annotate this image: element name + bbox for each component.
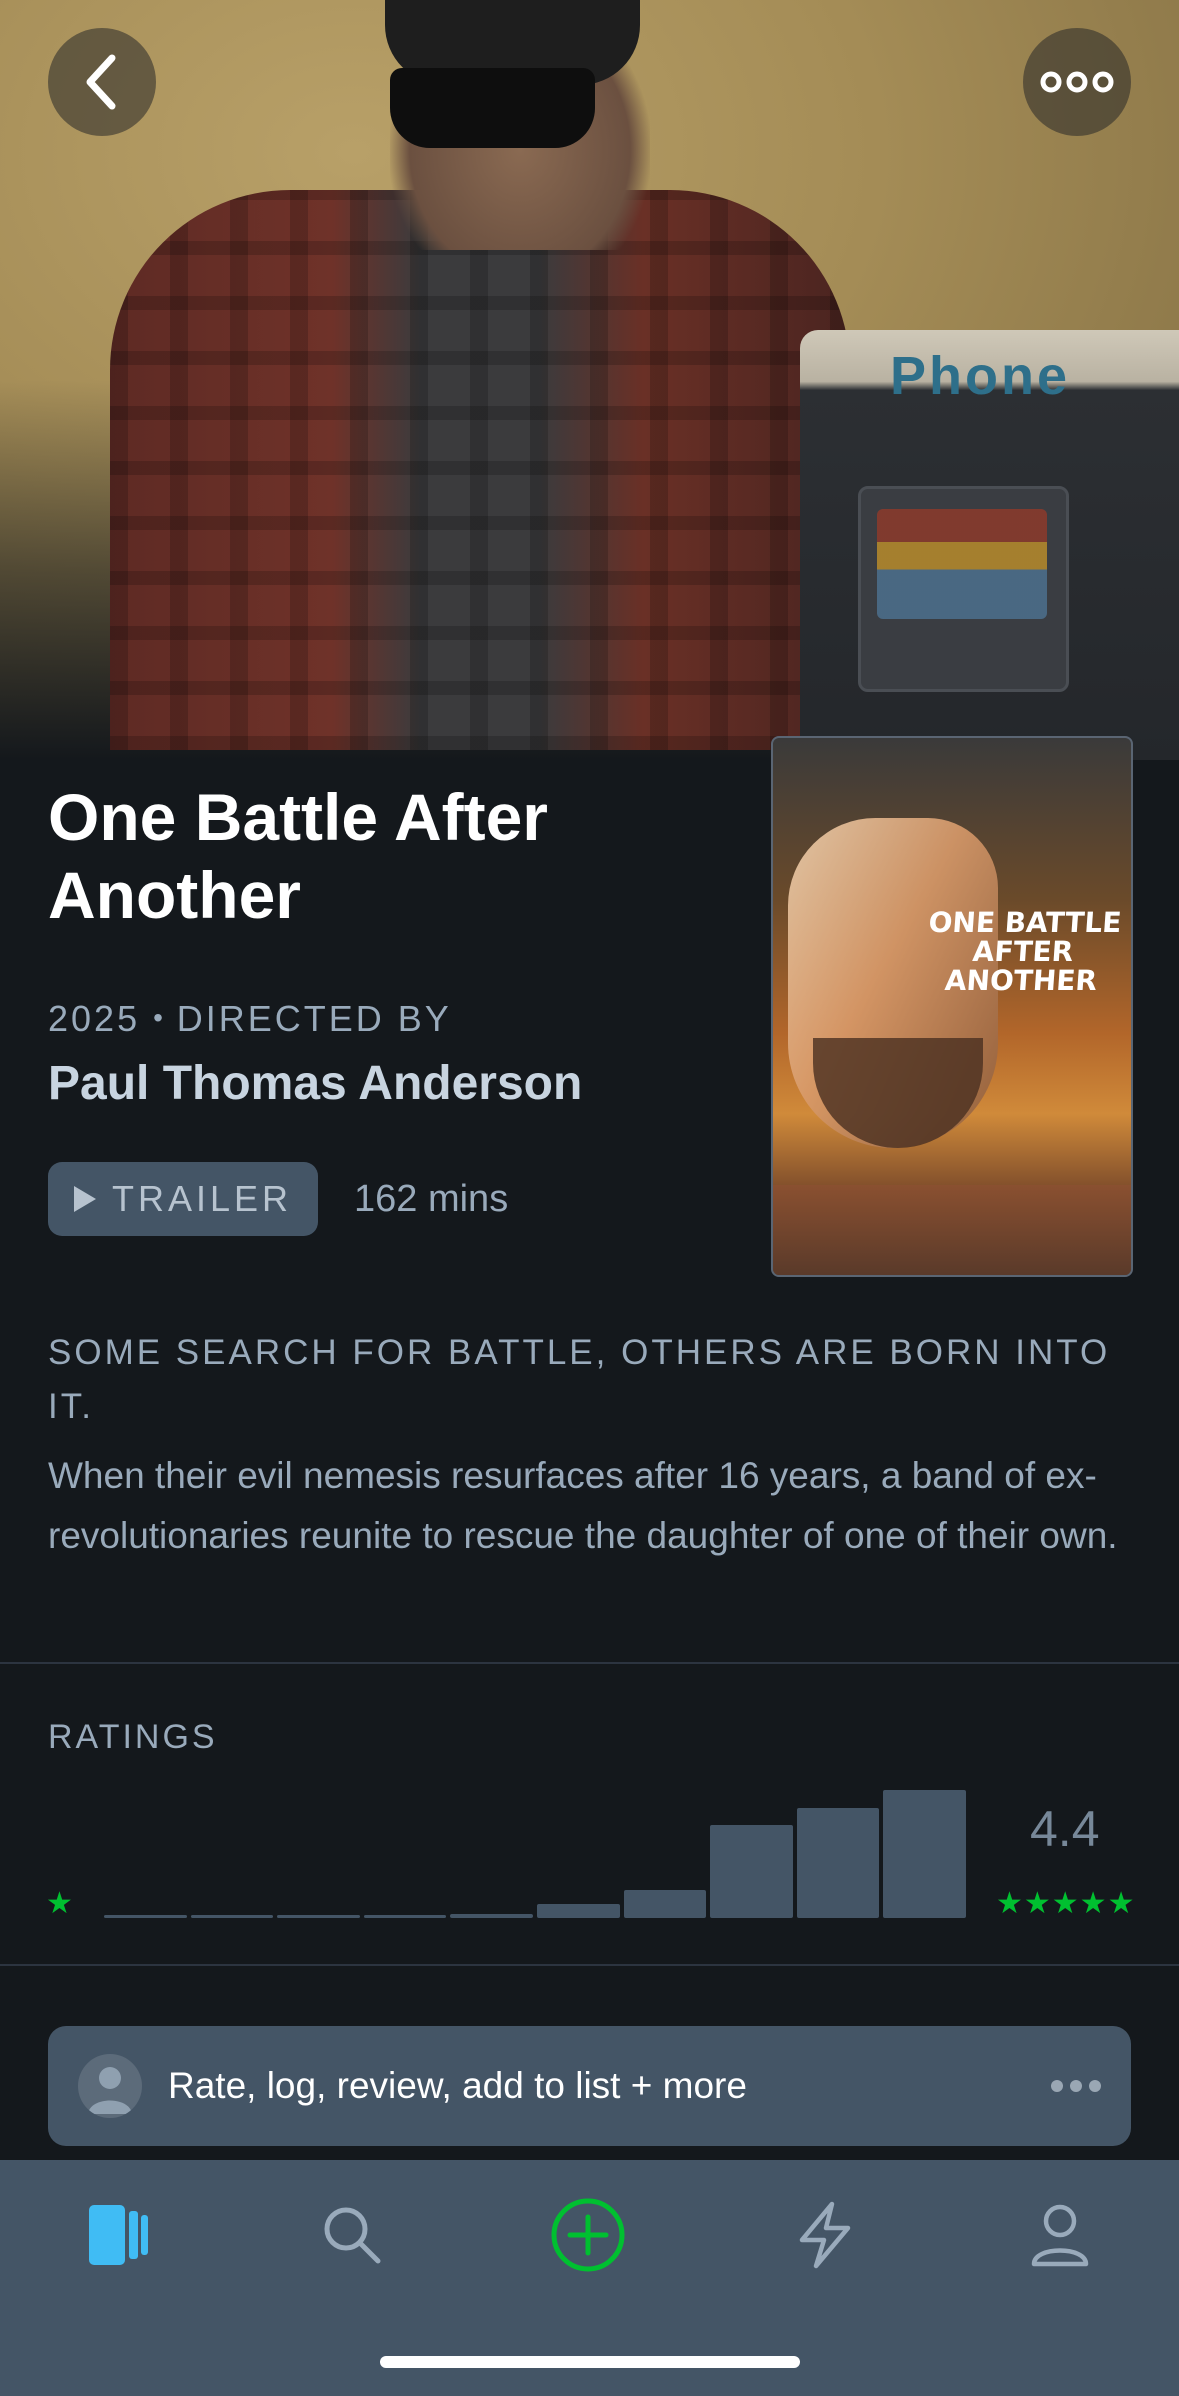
poster-title: ONE BATTLE AFTER ANOTHER xyxy=(927,906,1123,997)
hero-payphone xyxy=(858,486,1069,692)
divider xyxy=(0,1964,1179,1966)
action-bar-label: Rate, log, review, add to list + more xyxy=(168,2065,747,2106)
tab-films[interactable] xyxy=(72,2190,162,2280)
min-rating-star: ★ xyxy=(46,1887,73,1920)
film-meta: 2025 • DIRECTED BY xyxy=(48,998,452,1040)
activity-icon xyxy=(799,2201,851,2269)
play-icon xyxy=(73,1186,96,1212)
film-poster[interactable]: ONE BATTLE AFTER ANOTHER xyxy=(771,736,1133,1277)
histogram-bar xyxy=(104,1915,187,1918)
histogram-bar xyxy=(537,1903,620,1918)
rate-log-review-bar[interactable]: Rate, log, review, add to list + more xyxy=(48,2026,1131,2146)
search-icon xyxy=(324,2207,381,2264)
histogram-bar xyxy=(450,1914,533,1918)
hero-figure-glasses xyxy=(390,68,595,148)
average-rating[interactable]: 4.4 xyxy=(1030,1800,1100,1858)
divider xyxy=(0,1662,1179,1664)
histogram-bar xyxy=(623,1889,707,1918)
film-year[interactable]: 2025 xyxy=(48,998,140,1039)
runtime: 162 mins xyxy=(354,1178,509,1220)
film-title: One Battle After Another xyxy=(48,780,548,932)
trailer-label: TRAILER xyxy=(111,1178,293,1219)
histogram-bar xyxy=(190,1915,274,1918)
chevron-left-icon xyxy=(86,54,116,110)
person-icon xyxy=(88,2067,132,2114)
trailer-button[interactable]: TRAILER xyxy=(48,1162,318,1236)
ellipsis-icon[interactable] xyxy=(1051,2080,1101,2092)
ratings-label: RATINGS xyxy=(48,1718,218,1756)
tab-profile[interactable] xyxy=(1015,2190,1105,2280)
directed-by-label: DIRECTED BY xyxy=(176,998,452,1039)
add-icon xyxy=(551,2198,625,2272)
film-tagline: SOME SEARCH FOR BATTLE, OTHERS ARE BORN … xyxy=(48,1333,1111,1426)
hero-phone-sign: Phone xyxy=(889,346,1070,406)
histogram-bar xyxy=(796,1807,880,1918)
film-synopsis[interactable]: When their evil nemesis resurfaces after… xyxy=(48,1446,1138,1566)
ratings-histogram[interactable] xyxy=(104,1790,966,1918)
ellipsis-icon xyxy=(1040,71,1114,93)
films-icon xyxy=(89,2205,148,2265)
hero-figure-jacket xyxy=(110,190,850,750)
poster-road xyxy=(773,1185,1131,1275)
more-options-button[interactable] xyxy=(1023,28,1131,136)
hero-backdrop: Phone xyxy=(0,0,1179,760)
histogram-bar xyxy=(363,1915,447,1918)
profile-icon xyxy=(1031,2204,1089,2267)
histogram-bar xyxy=(710,1824,793,1918)
max-rating-stars: ★★★★★ xyxy=(996,1887,1136,1920)
director-link[interactable]: Paul Thomas Anderson xyxy=(48,1056,582,1111)
back-button[interactable] xyxy=(48,28,156,136)
tab-search[interactable] xyxy=(307,2190,397,2280)
avatar xyxy=(78,2054,142,2118)
histogram-bar xyxy=(277,1915,360,1918)
meta-separator: • xyxy=(153,1002,177,1033)
tab-activity[interactable] xyxy=(779,2190,869,2280)
histogram-bar xyxy=(883,1790,966,1918)
tab-add[interactable] xyxy=(543,2190,633,2280)
home-indicator xyxy=(380,2356,800,2368)
